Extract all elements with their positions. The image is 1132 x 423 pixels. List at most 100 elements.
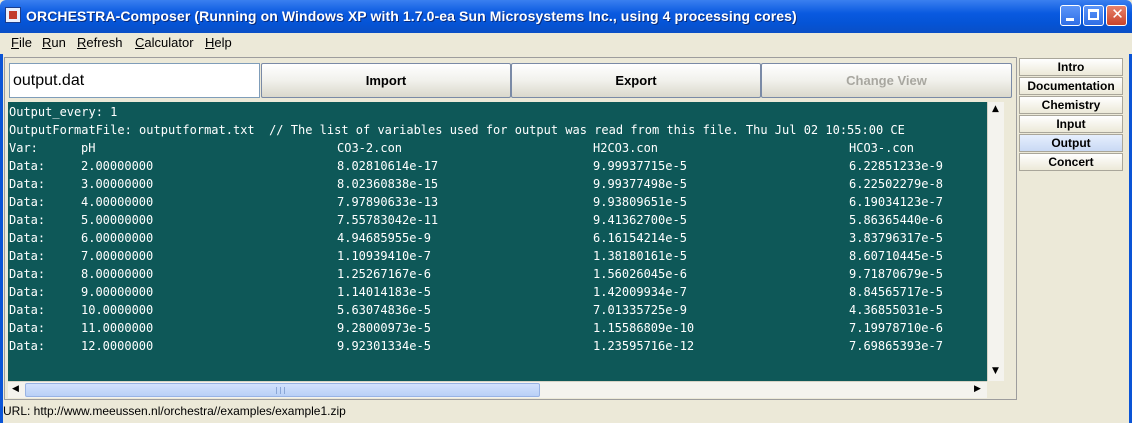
- output-line-every: Output_every: 1: [9, 105, 118, 119]
- table-row: Data: 12.0000000 9.92301334e-5 1.23595716e-…: [9, 337, 987, 355]
- table-cell: 7.69865393e-7: [849, 339, 943, 353]
- menu-help-label: elp: [214, 35, 232, 50]
- table-cell: 9.71870679e-5: [849, 267, 943, 281]
- output-file-field[interactable]: output.dat: [9, 63, 260, 98]
- menu-run[interactable]: Run: [42, 35, 66, 50]
- menu-refresh[interactable]: Refresh: [77, 35, 123, 50]
- scroll-up-icon[interactable]: ▲: [988, 102, 1003, 117]
- table-cell: 1.15586809e-10: [593, 321, 695, 335]
- tab-input[interactable]: Input: [1019, 115, 1123, 133]
- table-row: Data: 4.00000000 7.97890633e-13 9.93809651e…: [9, 193, 987, 211]
- tab-chemistry[interactable]: Chemistry: [1019, 96, 1123, 114]
- table-row: Data: 9.00000000 1.14014183e-5 1.42009934e-…: [9, 283, 987, 301]
- maximize-icon: [1088, 9, 1099, 20]
- table-cell: 6.00000000: [81, 231, 154, 245]
- horizontal-scroll-thumb[interactable]: [25, 383, 540, 397]
- table-cell: 9.93809651e-5: [593, 195, 687, 209]
- table-cell: 9.99937715e-5: [593, 159, 687, 173]
- scroll-grip-icon: [276, 387, 285, 394]
- output-line-format-file: OutputFormatFile: outputformat.txt // Th…: [9, 123, 905, 137]
- table-cell: 7.01335725e-9: [593, 303, 687, 317]
- menu-run-mnemonic: R: [42, 35, 52, 50]
- table-cell: 4.36855031e-5: [849, 303, 943, 317]
- tab-intro[interactable]: Intro: [1019, 58, 1123, 76]
- table-cell: 9.41362700e-5: [593, 213, 687, 227]
- table-cell: 8.60710445e-5: [849, 249, 943, 263]
- table-cell: Data:: [9, 267, 46, 281]
- table-row: Data: 3.00000000 8.02360838e-15 9.99377498e…: [9, 175, 987, 193]
- table-cell: Data:: [9, 321, 46, 335]
- table-cell: 5.00000000: [81, 213, 154, 227]
- scroll-right-icon[interactable]: ▶: [970, 382, 985, 397]
- table-cell: 8.84565717e-5: [849, 285, 943, 299]
- table-cell: 12.0000000: [81, 339, 154, 353]
- scroll-left-icon[interactable]: ◀: [8, 382, 23, 397]
- table-cell: Data:: [9, 249, 46, 263]
- table-cell: 9.99377498e-5: [593, 177, 687, 191]
- table-cell: 1.23595716e-12: [593, 339, 695, 353]
- close-button[interactable]: ✕: [1106, 5, 1127, 26]
- window-title: ORCHESTRA-Composer (Running on Windows X…: [26, 8, 797, 24]
- status-bar: URL: http://www.meeussen.nl/orchestra//e…: [0, 402, 1132, 423]
- title-bar[interactable]: ORCHESTRA-Composer (Running on Windows X…: [0, 0, 1132, 33]
- output-text-area[interactable]: Output_every: 1 OutputFormatFile: output…: [8, 102, 987, 381]
- table-cell: 7.97890633e-13: [337, 195, 439, 209]
- table-cell: Data:: [9, 303, 46, 317]
- maximize-button[interactable]: [1083, 5, 1104, 26]
- change-view-button: Change View: [761, 63, 1012, 98]
- menu-help[interactable]: Help: [205, 35, 232, 50]
- scroll-down-icon[interactable]: ▼: [988, 364, 1003, 379]
- table-row: Data: 7.00000000 1.10939410e-7 1.38180161e-…: [9, 247, 987, 265]
- table-cell: 3.00000000: [81, 177, 154, 191]
- orchestra-app-icon[interactable]: [5, 7, 21, 23]
- table-cell: 2.00000000: [81, 159, 154, 173]
- table-cell: 6.19034123e-7: [849, 195, 943, 209]
- table-row: Data: 11.0000000 9.28000973e-5 1.15586809e-…: [9, 319, 987, 337]
- menu-calculator[interactable]: Calculator: [135, 35, 194, 50]
- table-cell: 7.00000000: [81, 249, 154, 263]
- export-button[interactable]: Export: [511, 63, 761, 98]
- table-cell: 9.92301334e-5: [337, 339, 431, 353]
- table-row: Data: 10.0000000 5.63074836e-5 7.01335725e-…: [9, 301, 987, 319]
- header-cell: pH: [81, 141, 96, 155]
- menu-refresh-label: efresh: [86, 35, 123, 50]
- menu-calculator-label: alculator: [144, 35, 194, 50]
- menu-run-label: un: [51, 35, 66, 50]
- table-cell: Data:: [9, 231, 46, 245]
- menu-refresh-mnemonic: R: [77, 35, 87, 50]
- table-row: Data: 2.00000000 8.02810614e-17 9.99937715e…: [9, 157, 987, 175]
- menu-file-label: ile: [18, 35, 32, 50]
- tab-documentation[interactable]: Documentation: [1019, 77, 1123, 95]
- table-cell: Data:: [9, 213, 46, 227]
- header-cell: HCO3-.con: [849, 141, 915, 155]
- table-cell: Data:: [9, 339, 46, 353]
- import-button[interactable]: Import: [261, 63, 511, 98]
- status-url: URL: http://www.meeussen.nl/orchestra//e…: [3, 404, 346, 418]
- tab-output[interactable]: Output: [1019, 134, 1123, 152]
- vertical-scrollbar[interactable]: ▲ ▼: [987, 102, 1004, 381]
- close-icon: ✕: [1111, 5, 1124, 23]
- table-cell: 5.63074836e-5: [337, 303, 431, 317]
- table-cell: 1.56026045e-6: [593, 267, 687, 281]
- table-row: Data: 5.00000000 7.55783042e-11 9.41362700e…: [9, 211, 987, 229]
- table-cell: 1.10939410e-7: [337, 249, 431, 263]
- horizontal-scrollbar[interactable]: ◀ ▶: [8, 381, 987, 398]
- table-cell: 11.0000000: [81, 321, 154, 335]
- output-header-row: Var: pH CO3-2.con H2CO3.con HCO3-.con: [9, 139, 987, 157]
- minimize-icon: [1066, 18, 1074, 21]
- table-cell: 6.16154214e-5: [593, 231, 687, 245]
- table-cell: 3.83796317e-5: [849, 231, 943, 245]
- menu-bar: File Run Refresh Calculator Help: [0, 33, 1132, 54]
- menu-file-mnemonic: F: [11, 35, 19, 50]
- table-row: Data: 6.00000000 4.94685955e-9 6.16154214e-…: [9, 229, 987, 247]
- table-row: Data: 8.00000000 1.25267167e-6 1.56026045e-…: [9, 265, 987, 283]
- menu-file[interactable]: File: [11, 35, 32, 50]
- tab-concert[interactable]: Concert: [1019, 153, 1123, 171]
- table-cell: 8.00000000: [81, 267, 154, 281]
- table-cell: 4.00000000: [81, 195, 154, 209]
- table-cell: Data:: [9, 159, 46, 173]
- table-cell: 7.19978710e-6: [849, 321, 943, 335]
- header-cell: H2CO3.con: [593, 141, 659, 155]
- table-cell: 8.02360838e-15: [337, 177, 439, 191]
- minimize-button[interactable]: [1060, 5, 1081, 26]
